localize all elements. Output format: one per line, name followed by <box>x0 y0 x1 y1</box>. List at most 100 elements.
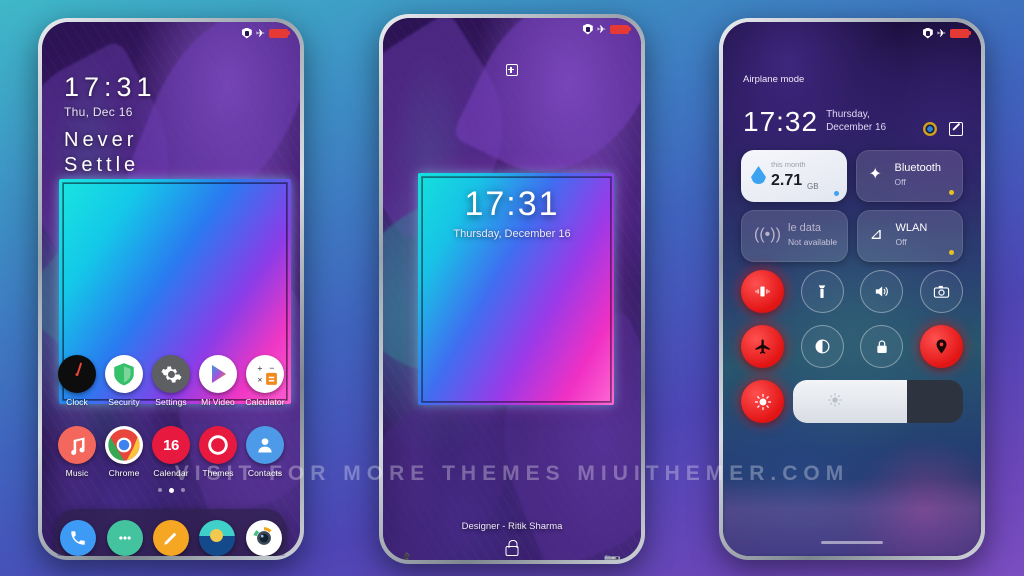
shield-icon <box>105 355 143 393</box>
qs-sound[interactable] <box>860 270 904 313</box>
qs-auto-brightness[interactable] <box>741 380 784 423</box>
app-label: Chrome <box>108 468 140 478</box>
play-icon <box>199 355 237 393</box>
tile-bluetooth[interactable]: ✦ Bluetooth Off <box>855 150 963 202</box>
app-chrome[interactable]: Chrome <box>103 426 145 478</box>
tile-title: WLAN <box>895 222 928 234</box>
brightness-auto-icon <box>754 393 771 410</box>
app-settings[interactable]: Settings <box>150 355 192 407</box>
app-label: Security <box>108 397 140 407</box>
brightness-fill <box>793 380 907 423</box>
app-calculator[interactable]: + − × Calculator <box>244 355 286 407</box>
app-label: Contacts <box>247 468 283 478</box>
airplane-icon <box>755 339 770 354</box>
tile-title: Bluetooth <box>894 162 941 174</box>
app-label: Mi Video <box>201 397 235 407</box>
clock-date: Thursday, December 16 <box>453 228 571 240</box>
phone-3-screen: ✈ Airplane mode 17:32 Thursday, December… <box>723 22 981 556</box>
airplane-mode-label: Airplane mode <box>743 74 805 85</box>
status-bar: ✈ <box>383 18 641 40</box>
app-security[interactable]: Security <box>103 355 145 407</box>
phone-shortcut-icon[interactable]: 📞 <box>403 552 420 561</box>
dock-notes-icon[interactable] <box>152 520 189 556</box>
tile-data-usage[interactable]: this month 2.71 GB <box>741 150 847 202</box>
app-calendar[interactable]: 16 Calendar <box>150 426 192 478</box>
tile-state: Not available <box>788 237 838 247</box>
app-music[interactable]: Music <box>56 426 98 478</box>
clock-time: 17:32 <box>743 106 819 137</box>
app-mi-video[interactable]: Mi Video <box>197 355 239 407</box>
dock-camera-icon[interactable] <box>245 520 282 556</box>
calculator-icon: + − × <box>246 355 284 393</box>
qs-vibrate[interactable] <box>741 270 784 313</box>
tile-mobile-data[interactable]: ((•)) le data Not available <box>741 210 848 262</box>
vpn-shield-icon <box>922 27 933 39</box>
shade-actions <box>923 122 963 136</box>
lock-icon[interactable] <box>505 540 519 556</box>
battery-low-icon <box>610 24 631 34</box>
person-icon <box>246 426 284 464</box>
gear-icon[interactable] <box>923 122 937 136</box>
tile-wlan[interactable]: ⊿ WLAN Off <box>856 210 963 262</box>
app-label: Themes <box>202 468 234 478</box>
svg-text:−: − <box>269 363 274 373</box>
qs-screenshot[interactable] <box>919 270 963 313</box>
tile-status-dot <box>833 191 839 196</box>
qs-airplane-mode[interactable] <box>741 325 784 368</box>
phone-glyph <box>71 531 85 545</box>
home-indicator[interactable] <box>821 541 883 544</box>
dock-gallery-icon[interactable] <box>199 520 236 556</box>
app-themes[interactable]: Themes <box>197 426 239 478</box>
app-label: Calculator <box>245 397 285 407</box>
tagline-line-2: Settle <box>64 154 140 176</box>
clock-time: 17:31 <box>464 185 560 223</box>
dock-phone-icon[interactable] <box>60 520 97 556</box>
quick-settings-row-2 <box>741 325 963 368</box>
battery-low-icon <box>950 28 971 38</box>
page-dot[interactable] <box>157 488 162 492</box>
quick-settings-row-3 <box>741 380 963 423</box>
brightness-slider[interactable] <box>793 380 963 423</box>
qs-flashlight[interactable] <box>800 270 844 313</box>
themes-icon <box>199 426 237 464</box>
cell-signal-icon: ((•)) <box>754 226 781 243</box>
gear-icon <box>152 355 190 393</box>
dock-messages-icon[interactable] <box>106 520 143 556</box>
edit-icon[interactable] <box>949 122 963 136</box>
phone-3-notification-shade: ✈ Airplane mode 17:32 Thursday, December… <box>719 18 985 560</box>
speaker-icon <box>876 286 889 297</box>
designer-credit: Designer - Ritik Sharma <box>461 521 563 532</box>
status-bar: ✈ <box>42 22 300 44</box>
calendar-icon: 16 <box>152 426 190 464</box>
page-indicator <box>42 488 300 493</box>
svg-text:+: + <box>257 363 262 373</box>
lock-icon <box>877 339 887 353</box>
water-drop-icon <box>751 166 766 184</box>
qs-screen-lock[interactable] <box>860 325 904 368</box>
camera-shortcut-icon[interactable]: 📷 <box>604 552 621 561</box>
shield-glyph <box>114 363 134 386</box>
big-tiles-row-1: this month 2.71 GB ✦ Bluetooth Off <box>741 150 963 202</box>
lockscreen-clock: 17:31 Thursday, December 16 <box>383 185 641 240</box>
clock-time: 17:31 <box>64 72 157 102</box>
clock-date: Thu, Dec 16 <box>64 105 133 119</box>
app-clock[interactable]: Clock <box>56 355 98 407</box>
tile-unit: GB <box>807 182 819 191</box>
page-dot[interactable] <box>180 488 185 492</box>
status-bar: ✈ <box>723 22 981 44</box>
qs-location[interactable] <box>919 325 963 368</box>
dots-glyph <box>118 536 131 540</box>
chrome-icon <box>105 426 143 464</box>
app-contacts[interactable]: Contacts <box>244 426 286 478</box>
tile-state: Off <box>895 237 907 247</box>
tile-value: 2.71 <box>771 172 803 189</box>
themes-glyph <box>208 435 228 455</box>
wifi-off-icon: ⊿ <box>869 226 883 243</box>
airplane-icon: ✈ <box>936 27 946 40</box>
qs-dark-mode[interactable] <box>800 325 844 368</box>
page-dot-active[interactable] <box>168 488 174 493</box>
music-note-icon <box>58 426 96 464</box>
play-glyph <box>212 365 226 383</box>
contrast-icon <box>815 339 830 354</box>
status-icons: ✈ <box>582 23 631 36</box>
